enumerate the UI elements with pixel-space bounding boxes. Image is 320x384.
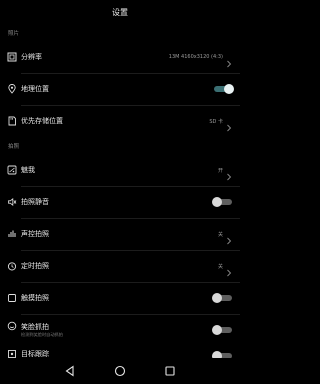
chevron-right-icon <box>226 117 232 132</box>
setting-value: 关 <box>217 231 223 238</box>
setting-label: 定时拍照 <box>21 262 49 270</box>
title-bar: 设置 <box>0 0 240 24</box>
voice-icon <box>7 229 17 239</box>
setting-value: 13M 4160x3120 (4:3) <box>168 54 223 60</box>
setting-label: 声控拍照 <box>21 230 49 238</box>
toggle-knob <box>212 325 222 335</box>
touch-toggle[interactable] <box>212 293 234 303</box>
camera-settings-screen: 设置 照片 分辨率 13M 4160x3120 (4:3) 地理位置 优先存储位… <box>0 0 240 384</box>
setting-value: SD 卡 <box>209 118 223 125</box>
section-header-photo: 照片 <box>8 31 20 37</box>
toggle-knob <box>224 84 234 94</box>
resolution-icon <box>7 52 17 62</box>
setting-storage[interactable]: 优先存储位置 SD 卡 <box>0 105 240 137</box>
setting-timer[interactable]: 定时拍照 关 <box>0 250 240 282</box>
chevron-right-icon <box>226 53 232 68</box>
chevron-right-icon <box>226 166 232 181</box>
section-header-capture: 拍照 <box>8 144 20 150</box>
beauty-icon <box>7 165 17 175</box>
mute-toggle[interactable] <box>212 197 234 207</box>
setting-tracking[interactable]: 目标跟踪 <box>0 346 240 358</box>
setting-label: 触摸拍照 <box>21 294 49 302</box>
setting-voice[interactable]: 声控拍照 关 <box>0 218 240 250</box>
setting-label: 笑脸抓拍 <box>21 323 49 331</box>
setting-label: 分辨率 <box>21 53 42 61</box>
setting-label: 目标跟踪 <box>21 350 49 358</box>
tracking-toggle[interactable] <box>212 351 234 358</box>
chevron-right-icon <box>226 262 232 277</box>
recent-apps-icon[interactable] <box>163 364 177 378</box>
location-pin-icon <box>7 84 17 94</box>
system-navigation-bar <box>0 358 240 384</box>
smile-icon <box>7 321 17 331</box>
home-icon[interactable] <box>113 364 127 378</box>
back-icon[interactable] <box>63 364 77 378</box>
toggle-knob <box>212 197 222 207</box>
storage-icon <box>7 116 17 126</box>
smile-toggle[interactable] <box>212 325 234 335</box>
setting-location[interactable]: 地理位置 <box>0 73 240 105</box>
setting-mute[interactable]: 拍照静音 <box>0 186 240 218</box>
page-title: 设置 <box>112 7 128 17</box>
location-toggle[interactable] <box>212 84 234 94</box>
setting-value: 开 <box>217 167 223 174</box>
setting-smile[interactable]: 笑脸抓拍 检测到笑脸时自动抓拍 <box>0 314 240 346</box>
setting-value: 关 <box>217 263 223 270</box>
touch-icon <box>7 293 17 303</box>
timer-icon <box>7 261 17 271</box>
chevron-right-icon <box>226 230 232 245</box>
setting-beauty[interactable]: 魅我 开 <box>0 154 240 186</box>
setting-sublabel: 检测到笑脸时自动抓拍 <box>21 332 63 337</box>
toggle-knob <box>212 351 222 358</box>
setting-label: 拍照静音 <box>21 198 49 206</box>
setting-resolution[interactable]: 分辨率 13M 4160x3120 (4:3) <box>0 41 240 73</box>
setting-label: 优先存储位置 <box>21 117 63 125</box>
setting-touch[interactable]: 触摸拍照 <box>0 282 240 314</box>
toggle-knob <box>212 293 222 303</box>
tracking-icon <box>7 349 17 358</box>
setting-label: 魅我 <box>21 166 35 174</box>
setting-label: 地理位置 <box>21 85 49 93</box>
mute-icon <box>7 197 17 207</box>
